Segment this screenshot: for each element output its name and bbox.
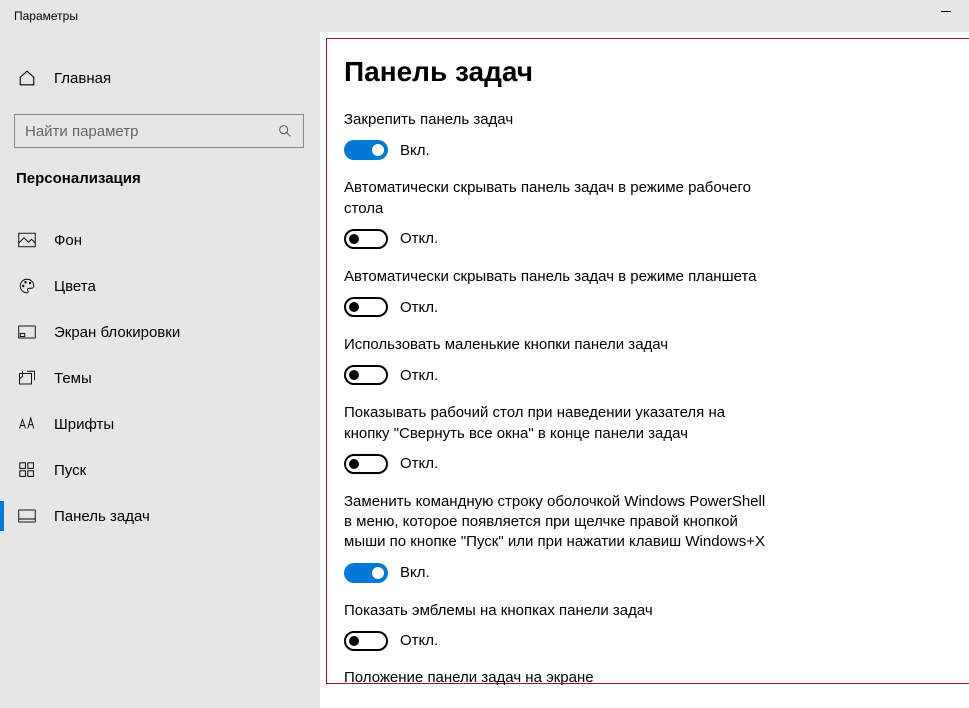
setting-label: Автоматически скрывать панель задач в ре… [344,178,774,219]
toggle-switch[interactable] [344,297,388,317]
setting-item: Закрепить панель задач Вкл. [344,110,774,160]
start-icon [18,462,36,478]
setting-label: Показать эмблемы на кнопках панели задач [344,601,774,621]
home-icon [18,69,36,87]
setting-label: Закрепить панель задач [344,110,774,130]
sidebar-item-themes[interactable]: Темы [0,355,320,401]
sidebar: Главная Персонализация Фон [0,32,320,708]
toggle-switch[interactable] [344,454,388,474]
sidebar-item-taskbar[interactable]: Панель задач [0,493,320,539]
toggle-switch[interactable] [344,631,388,651]
sidebar-item-label: Шрифты [54,416,114,433]
nav-home-label: Главная [54,70,111,87]
minimize-icon[interactable] [941,11,951,12]
page-title: Панель задач [344,56,969,88]
search-icon [277,123,293,139]
toggle-switch[interactable] [344,140,388,160]
toggle-state-label: Откл. [400,632,438,649]
fonts-icon [18,416,36,432]
setting-label: Заменить командную строку оболочкой Wind… [344,492,774,553]
palette-icon [18,277,36,295]
setting-label: Показывать рабочий стол при наведении ук… [344,403,774,444]
toggle-switch[interactable] [344,365,388,385]
picture-icon [18,232,36,248]
sidebar-item-background[interactable]: Фон [0,217,320,263]
setting-item: Использовать маленькие кнопки панели зад… [344,335,774,385]
search-input[interactable] [25,123,277,140]
sidebar-item-fonts[interactable]: Шрифты [0,401,320,447]
sidebar-item-label: Темы [54,370,92,387]
setting-label: Использовать маленькие кнопки панели зад… [344,335,774,355]
sidebar-item-label: Экран блокировки [54,324,180,341]
sidebar-item-label: Фон [54,232,82,249]
sidebar-item-colors[interactable]: Цвета [0,263,320,309]
sidebar-item-label: Панель задач [54,508,150,525]
main-content: Панель задач Закрепить панель задач Вкл. А… [320,32,969,708]
setting-item: Заменить командную строку оболочкой Wind… [344,492,774,583]
toggle-state-label: Откл. [400,299,438,316]
toggle-switch[interactable] [344,229,388,249]
toggle-state-label: Вкл. [400,142,430,159]
setting-item: Показать эмблемы на кнопках панели задач… [344,601,774,651]
nav-home[interactable]: Главная [0,60,320,96]
sidebar-item-start[interactable]: Пуск [0,447,320,493]
setting-item: Автоматически скрывать панель задач в ре… [344,178,774,249]
themes-icon [18,369,36,387]
setting-label: Автоматически скрывать панель задач в ре… [344,267,774,287]
lockscreen-icon [18,325,36,339]
toggle-state-label: Откл. [400,455,438,472]
window-titlebar: Параметры [0,0,969,32]
taskbar-position-heading: Положение панели задач на экране [344,669,969,686]
category-title: Персонализация [0,168,320,201]
sidebar-item-lockscreen[interactable]: Экран блокировки [0,309,320,355]
sidebar-item-label: Цвета [54,278,96,295]
toggle-switch[interactable] [344,563,388,583]
sidebar-item-label: Пуск [54,462,86,479]
taskbar-icon [18,509,36,523]
toggle-state-label: Откл. [400,367,438,384]
setting-item: Автоматически скрывать панель задач в ре… [344,267,774,317]
setting-item: Показывать рабочий стол при наведении ук… [344,403,774,474]
toggle-state-label: Вкл. [400,564,430,581]
window-title: Параметры [14,9,78,23]
toggle-state-label: Откл. [400,230,438,247]
search-box[interactable] [14,114,304,148]
